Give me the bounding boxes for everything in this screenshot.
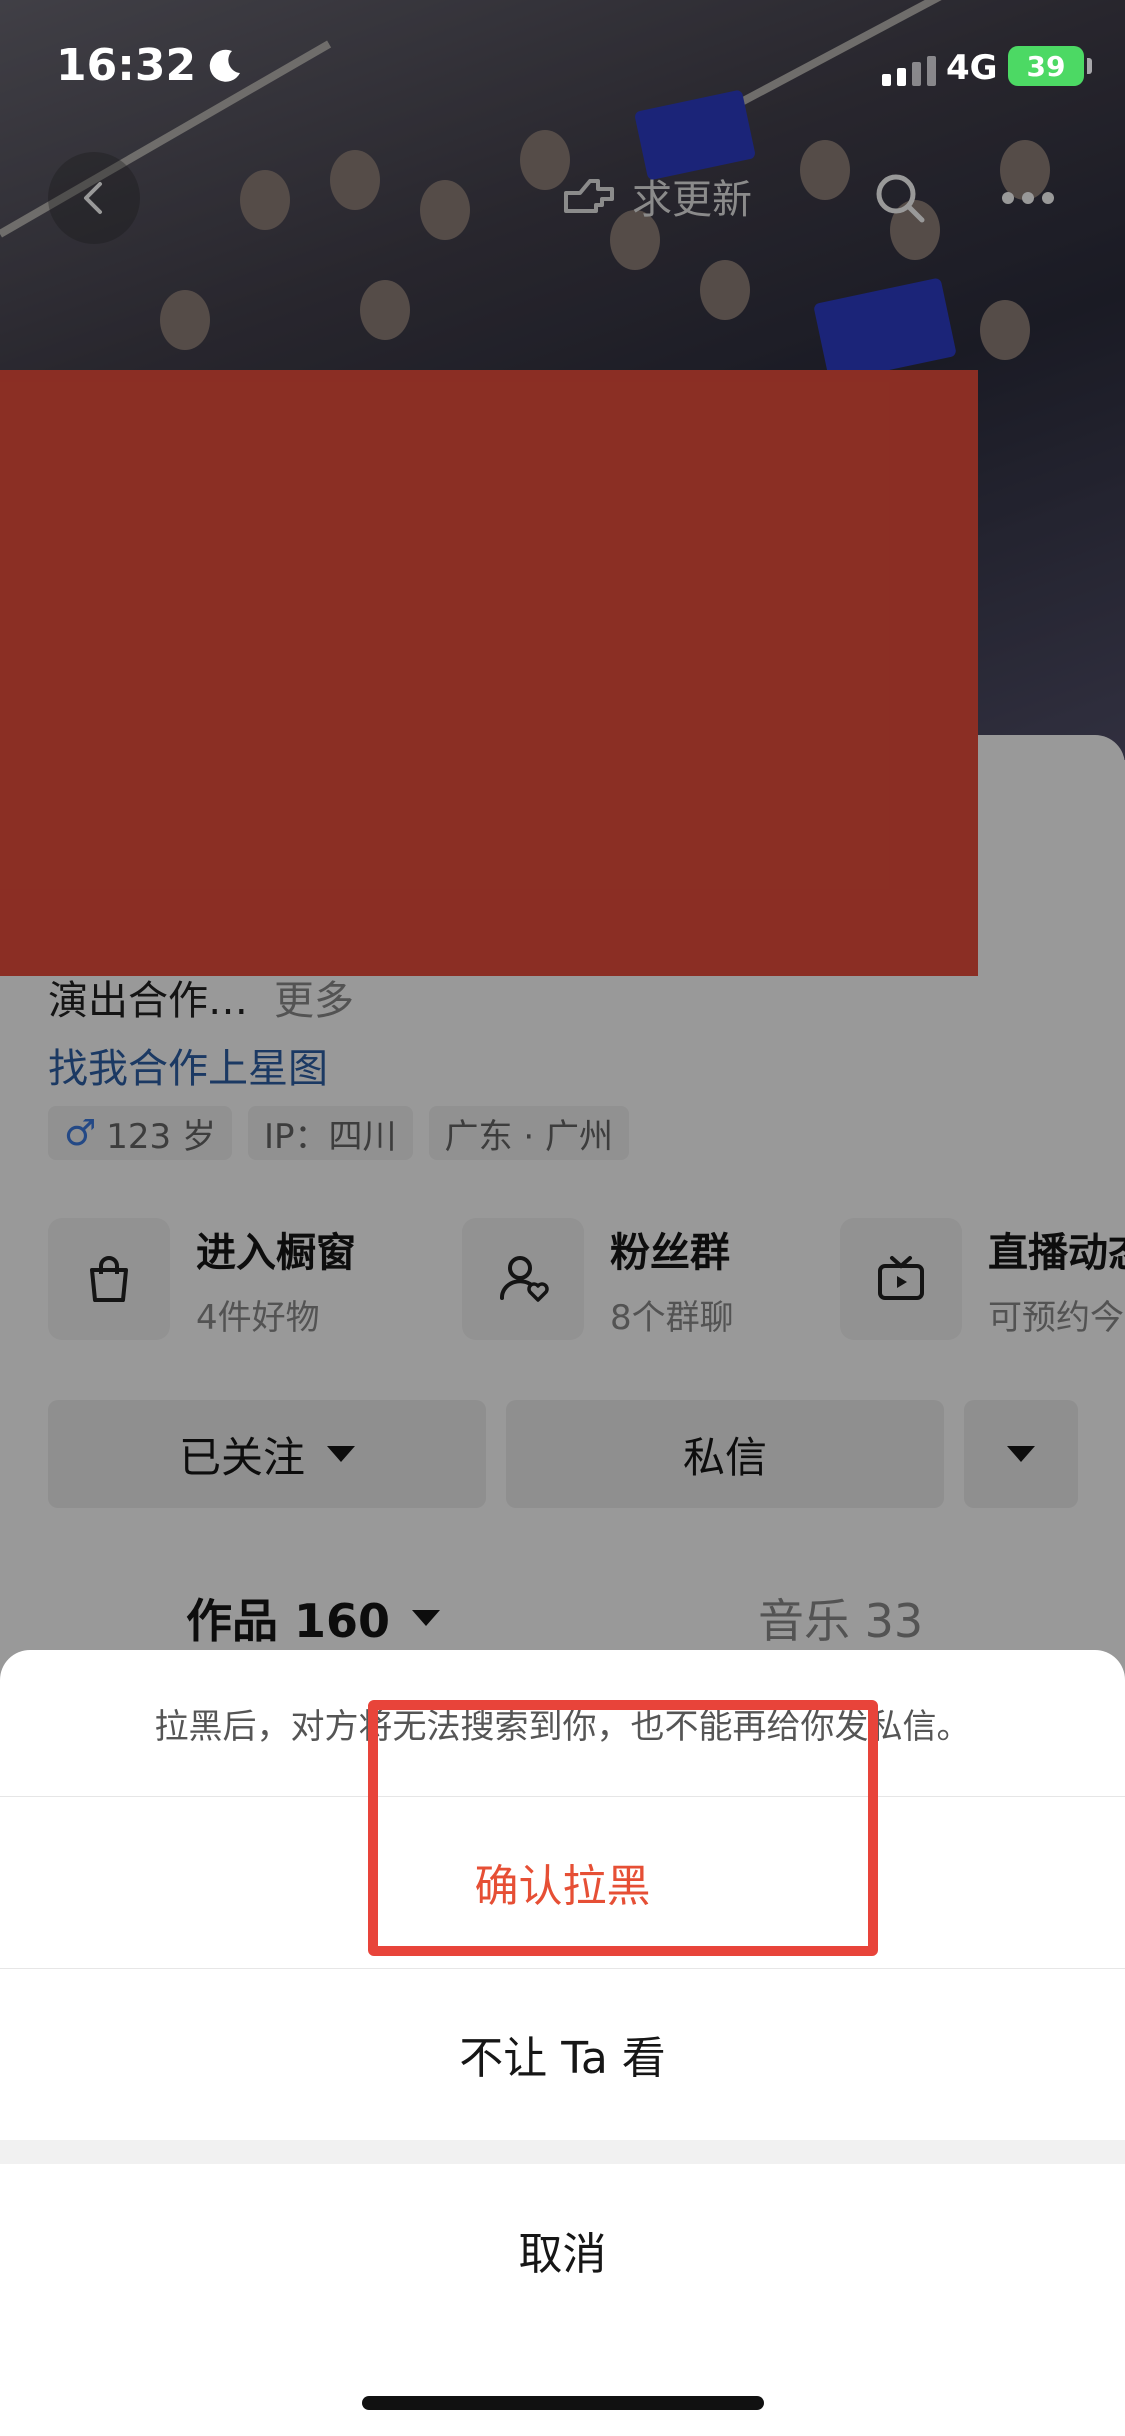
hide-from-user-button[interactable]: 不让 Ta 看 (0, 1968, 1125, 2140)
status-time: 16:32 (56, 40, 244, 91)
confirm-block-label: 确认拉黑 (474, 1861, 651, 1912)
block-action-sheet: 拉黑后，对方将无法搜索到你，也不能再给你发私信。 确认拉黑 不让 Ta 看 取消 (0, 1650, 1125, 2436)
cancel-button[interactable]: 取消 (0, 2164, 1125, 2336)
section-gap (0, 2140, 1125, 2164)
battery-icon: 39 (1008, 46, 1092, 86)
cancel-label: 取消 (518, 2229, 607, 2280)
time-text: 16:32 (56, 40, 197, 91)
home-indicator[interactable] (362, 2396, 764, 2410)
hide-from-user-label: 不让 Ta 看 (459, 2033, 666, 2084)
moon-icon (209, 49, 241, 82)
battery-level: 39 (1026, 49, 1066, 83)
confirm-block-button[interactable]: 确认拉黑 (0, 1796, 1125, 1968)
network-type: 4G (946, 48, 998, 88)
status-bar: 16:32 4G 39 (0, 0, 1125, 140)
signal-icon (882, 56, 936, 86)
block-warning-text: 拉黑后，对方将无法搜索到你，也不能再给你发私信。 (154, 1706, 971, 1747)
